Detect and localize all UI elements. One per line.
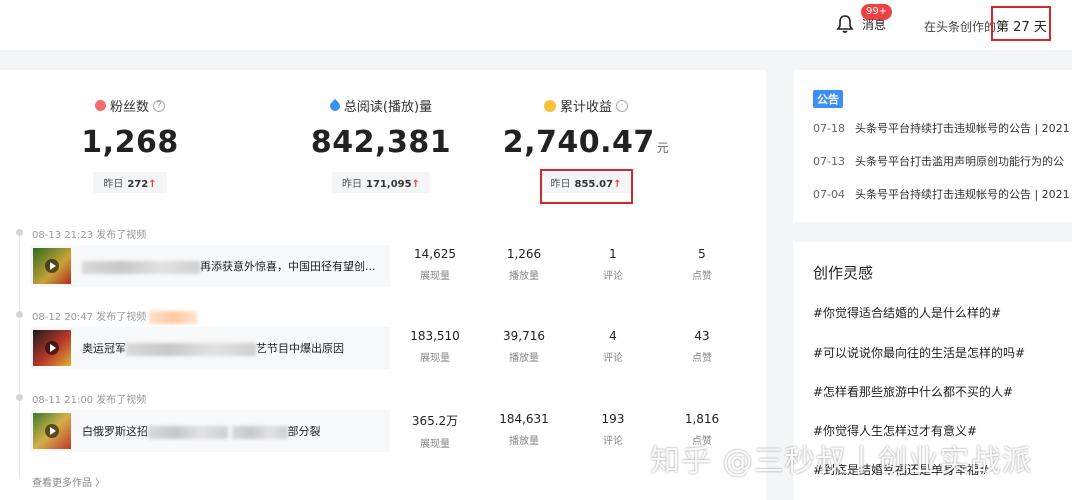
stat-value: 2,740.47 元 — [502, 125, 670, 160]
post-card[interactable]: 白俄罗斯这招 部分裂 — [30, 410, 390, 452]
video-thumbnail[interactable] — [33, 413, 71, 449]
arrow-up-icon: ↑ — [148, 179, 157, 190]
watermark-text: 知乎 @三秒叔丨创业实战派 — [650, 444, 1033, 479]
post-meta: 08-13 21:23 发布了视频 — [32, 230, 147, 241]
stat-total-reads[interactable]: 总阅读(播放)量 842,381 昨日 171,095↑ — [271, 70, 491, 193]
bell-icon[interactable] — [836, 14, 854, 34]
stat-value: 842,381 — [310, 125, 452, 160]
yesterday-chip: 昨日 171,095↑ — [332, 172, 430, 193]
topic-item[interactable]: #怎样看那些旅游中什么都不买的人# — [813, 383, 1013, 400]
top-bar: 99+ 消息 在头条创作的第 27 天 — [0, 0, 1072, 50]
drop-icon — [327, 98, 342, 113]
notice-item[interactable]: 07-04 头条号平台持续打击违规帐号的公告 | 2021 — [813, 186, 1072, 202]
metric-plays: 184,631 播放量 — [499, 412, 549, 447]
coin-icon — [543, 99, 556, 112]
video-thumbnail[interactable] — [33, 330, 71, 366]
topic-item[interactable]: #可以说说你最向往的生活是怎样的吗# — [813, 344, 1025, 361]
creation-days-prefix: 在头条创作的 — [924, 20, 997, 34]
notice-panel: 公告 07-18 头条号平台持续打击违规帐号的公告 | 2021 07-13 头条号… — [793, 70, 1072, 222]
blurred-text — [231, 425, 288, 439]
topic-item[interactable]: #你觉得适合结婚的人是什么样的# — [813, 304, 1001, 321]
play-icon — [45, 341, 59, 355]
video-thumbnail[interactable] — [33, 248, 71, 284]
post-meta: 08-12 20:47 发布了视频 — [32, 308, 198, 324]
days-highlight-box — [991, 6, 1051, 41]
notice-item[interactable]: 07-18 头条号平台持续打击违规帐号的公告 | 2021 — [813, 120, 1072, 136]
metric-comments: 4 评论 — [603, 329, 623, 364]
metric-impressions: 14,625 展现量 — [414, 247, 456, 282]
notice-item[interactable]: 07-13 头条号平台打击滥用声明原创功能行为的公 — [813, 153, 1072, 169]
eye-icon[interactable]: · — [616, 99, 628, 112]
inspiration-title: 创作灵感 — [813, 264, 874, 282]
metric-plays: 39,716 播放量 — [503, 329, 545, 364]
timeline-dot — [16, 394, 23, 401]
blurred-text — [82, 260, 200, 274]
post-meta: 08-11 21:00 发布了视频 — [32, 395, 147, 406]
post-title[interactable]: 白俄罗斯这招 部分裂 — [82, 423, 321, 439]
notice-tag: 公告 — [813, 90, 843, 108]
stat-value: 1,268 — [81, 125, 179, 160]
stat-label: 累计收益 — [559, 100, 612, 115]
more-works-link[interactable]: 查看更多作品 〉 — [32, 474, 105, 489]
income-highlight-box — [540, 169, 633, 204]
metric-impressions: 183,510 展现量 — [410, 329, 460, 364]
messages-link[interactable]: 消息 — [862, 16, 886, 33]
person-icon — [94, 100, 106, 111]
blurred-text — [149, 310, 198, 324]
timeline-line — [19, 230, 20, 478]
metric-likes: 43 点赞 — [692, 329, 712, 364]
metric-comments: 1 评论 — [603, 247, 623, 282]
post-card[interactable]: 奥运冠军 艺节目中爆出原因 — [30, 327, 390, 369]
timeline-dot — [16, 229, 23, 236]
play-icon — [45, 259, 59, 273]
blurred-text — [148, 425, 228, 439]
help-icon[interactable]: ? — [153, 99, 165, 112]
metric-plays: 1,266 播放量 — [506, 247, 542, 282]
metric-impressions: 365.2万 展现量 — [411, 414, 459, 450]
play-icon — [45, 424, 59, 438]
yesterday-chip: 昨日 272↑ — [93, 172, 167, 193]
arrow-up-icon: ↑ — [411, 179, 420, 190]
post-title[interactable]: 再添获意外惊喜，中国田径有望创... — [82, 258, 376, 274]
blurred-text — [126, 342, 256, 356]
timeline-dot — [16, 311, 23, 318]
stat-label: 粉丝数 — [109, 100, 149, 115]
post-card[interactable]: 再添获意外惊喜，中国田径有望创... — [30, 245, 390, 287]
post-title[interactable]: 奥运冠军 艺节目中爆出原因 — [82, 340, 344, 356]
metric-comments: 193 评论 — [601, 412, 625, 447]
stat-label: 总阅读(播放)量 — [343, 100, 433, 115]
metric-likes: 5 点赞 — [692, 247, 712, 282]
stat-followers[interactable]: 粉丝数 ? 1,268 昨日 272↑ — [20, 70, 240, 193]
